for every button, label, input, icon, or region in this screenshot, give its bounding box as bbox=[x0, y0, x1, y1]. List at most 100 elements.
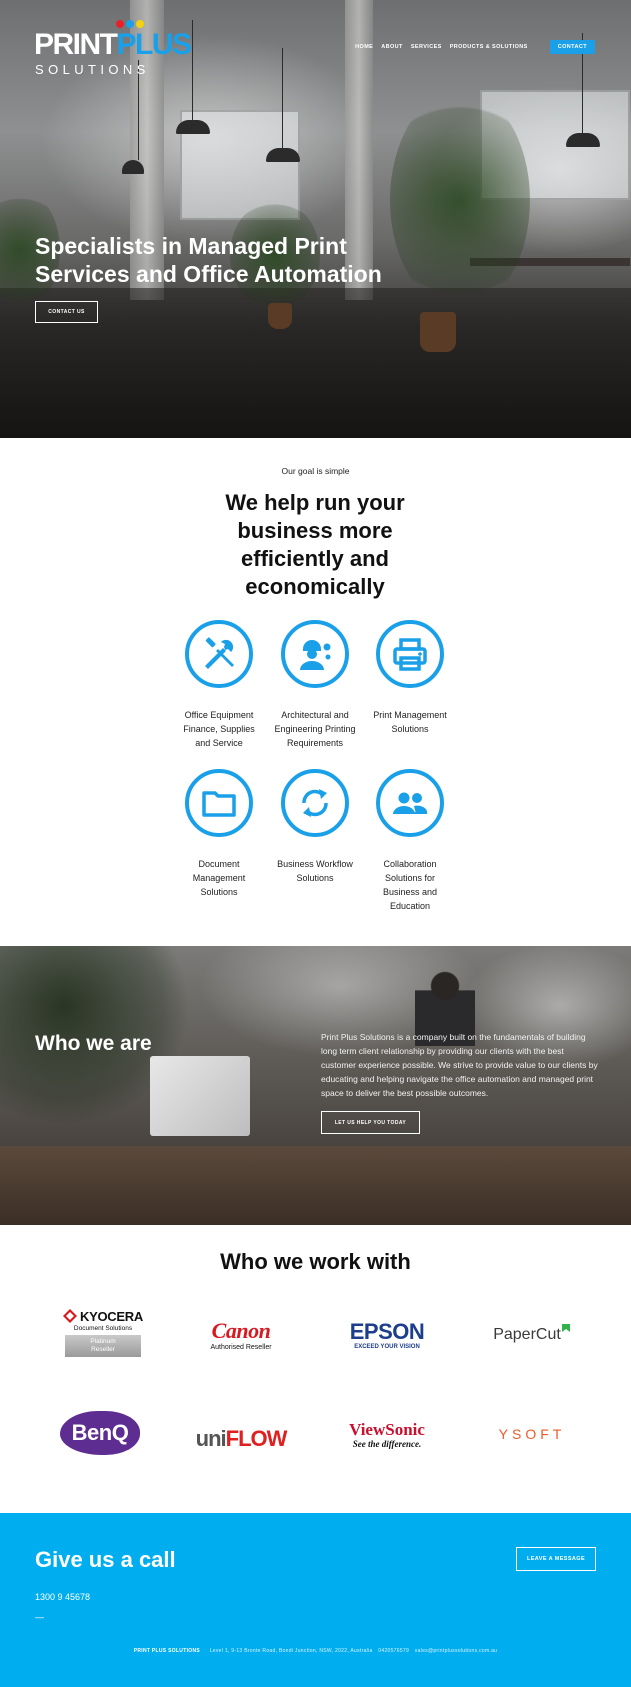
canon-sub: Authorised Reseller bbox=[210, 1343, 272, 1351]
logo-subtitle: SOLUTIONS bbox=[35, 62, 150, 77]
footer-company: PRINT PLUS SOLUTIONS bbox=[133, 1648, 200, 1654]
logo-accent: PLUS bbox=[116, 28, 193, 61]
viewsonic-sub: See the difference. bbox=[352, 1439, 422, 1449]
goal-headline-line: We help run your bbox=[225, 490, 405, 515]
uniflow-uni: uni bbox=[195, 1426, 227, 1451]
background-lamp bbox=[176, 20, 210, 134]
nav-item-services[interactable]: SERVICES bbox=[411, 44, 442, 50]
background-desk bbox=[0, 1146, 631, 1225]
folder-icon bbox=[185, 769, 253, 837]
service-label-line: Solutions bbox=[296, 873, 334, 883]
leave-message-button[interactable]: LEAVE A MESSAGE bbox=[516, 1547, 596, 1571]
canon-logo: Canon Authorised Reseller bbox=[196, 1318, 286, 1352]
partners-title: Who we work with bbox=[220, 1249, 411, 1274]
hero-title: Specialists in Managed Print Services an… bbox=[35, 233, 382, 287]
uniflow-flow: FLOW bbox=[225, 1426, 288, 1451]
viewsonic-name: ViewSonic bbox=[349, 1420, 425, 1439]
background-lamp bbox=[266, 48, 300, 162]
logo-primary: PRINT bbox=[34, 28, 118, 61]
benq-badge: BenQ bbox=[60, 1411, 140, 1455]
kyocera-badge-line: Reseller bbox=[91, 1345, 115, 1353]
nav-item-about[interactable]: ABOUT bbox=[381, 44, 403, 50]
logo-dots bbox=[116, 20, 144, 28]
service-item[interactable]: Print Management Solutions bbox=[360, 620, 460, 736]
tools-icon bbox=[185, 620, 253, 688]
service-item[interactable]: Document Management Solutions bbox=[169, 769, 269, 899]
kyocera-sub: Document Solutions bbox=[73, 1324, 133, 1332]
benq-name: BenQ bbox=[71, 1420, 129, 1445]
footer-mobile[interactable]: 0420576579 bbox=[378, 1648, 409, 1654]
ysoft-name: YSOFT bbox=[498, 1426, 566, 1442]
service-label-line: Education bbox=[389, 901, 431, 911]
kyocera-badge-line: Platinum bbox=[90, 1337, 116, 1345]
service-item[interactable]: Business Workflow Solutions bbox=[265, 769, 365, 885]
epson-logo: EPSON EXCEED YOUR VISION bbox=[340, 1318, 434, 1352]
brand-logo[interactable]: PRINTPLUS SOLUTIONS bbox=[34, 20, 192, 80]
papercut-name: PaperCut bbox=[493, 1326, 561, 1343]
phone-number[interactable]: 1300 9 45678 bbox=[35, 1592, 90, 1602]
service-label-line: Architectural and bbox=[281, 710, 349, 720]
background-lamp bbox=[566, 33, 600, 147]
call-divider: — bbox=[35, 1612, 44, 1622]
group-icon bbox=[376, 769, 444, 837]
service-label-line: Document bbox=[198, 859, 240, 869]
nav-item-home[interactable]: HOME bbox=[355, 44, 373, 50]
service-label-line: Business Workflow bbox=[277, 859, 353, 869]
service-label-line: Solutions bbox=[391, 724, 429, 734]
goal-headline-line: business more bbox=[237, 518, 393, 543]
call-section bbox=[0, 1513, 631, 1687]
who-we-are-text: Print Plus Solutions is a company built … bbox=[321, 1032, 598, 1098]
logo-wordmark: PRINTPLUS bbox=[34, 28, 193, 61]
epson-name: EPSON bbox=[349, 1318, 425, 1344]
goal-headline-line: economically bbox=[245, 574, 385, 599]
logo-dot bbox=[116, 20, 124, 28]
kyocera-mark-icon bbox=[63, 1309, 78, 1323]
uniflow-logo: uni FLOW bbox=[195, 1418, 288, 1452]
kyocera-name: KYOCERA bbox=[80, 1308, 143, 1324]
benq-logo: BenQ bbox=[58, 1410, 142, 1456]
service-label-line: Finance, Supplies bbox=[183, 724, 255, 734]
service-label-line: Management bbox=[192, 873, 246, 883]
service-label-line: Solutions bbox=[200, 887, 238, 897]
main-nav: HOME ABOUT SERVICES PRODUCTS & SOLUTIONS… bbox=[355, 40, 595, 54]
engineer-icon bbox=[281, 620, 349, 688]
help-you-today-button[interactable]: LET US HELP YOU TODAY bbox=[321, 1111, 420, 1134]
goal-headline-line: efficiently and bbox=[241, 546, 389, 571]
papercut-logo: PaperCut bbox=[484, 1320, 580, 1350]
canon-name: Canon bbox=[211, 1317, 271, 1343]
contact-us-button[interactable]: CONTACT US bbox=[35, 301, 98, 323]
sync-icon bbox=[281, 769, 349, 837]
service-label-line: Solutions for bbox=[384, 873, 436, 883]
nav-item-products[interactable]: PRODUCTS & SOLUTIONS bbox=[450, 44, 528, 50]
service-label-line: Requirements bbox=[286, 738, 344, 748]
nav-contact-button[interactable]: CONTACT bbox=[549, 40, 595, 54]
kyocera-logo: KYOCERA Document Solutions Platinum Rese… bbox=[58, 1305, 148, 1360]
hero-section: PRINTPLUS SOLUTIONS HOME ABOUT SERVICES … bbox=[0, 0, 631, 438]
service-label-line: Engineering Printing bbox=[274, 724, 356, 734]
background-pot bbox=[420, 312, 456, 352]
footer-email[interactable]: sales@printplussolutions.com.au bbox=[415, 1648, 497, 1654]
epson-sub: EXCEED YOUR VISION bbox=[354, 1343, 420, 1350]
goal-kicker: Our goal is simple bbox=[281, 466, 350, 476]
background-monitor bbox=[150, 1056, 250, 1136]
footer-info: PRINT PLUS SOLUTIONS Level 1, 9-13 Bront… bbox=[0, 1648, 631, 1654]
logo-dot bbox=[126, 20, 134, 28]
service-label-line: Business and bbox=[382, 887, 438, 897]
printer-icon bbox=[376, 620, 444, 688]
kyocera-badge: Platinum Reseller bbox=[65, 1334, 141, 1357]
papercut-mark-icon bbox=[561, 1324, 570, 1332]
service-item[interactable]: Office Equipment Finance, Supplies and Ser… bbox=[169, 620, 269, 750]
logo-dot bbox=[136, 20, 144, 28]
service-item[interactable]: Architectural and Engineering Printing Req… bbox=[265, 620, 365, 750]
viewsonic-logo: ViewSonic See the difference. bbox=[340, 1418, 434, 1452]
footer-address: Level 1, 9-13 Bronte Road, Bondi Junctio… bbox=[209, 1648, 373, 1654]
background-pot bbox=[268, 303, 292, 329]
call-title: Give us a call bbox=[35, 1547, 176, 1572]
service-label-line: Print Management bbox=[373, 710, 447, 720]
ysoft-logo: YSOFT bbox=[484, 1424, 580, 1444]
service-label-line: Office Equipment bbox=[184, 710, 254, 720]
service-item[interactable]: Collaboration Solutions for Business and Ed… bbox=[360, 769, 460, 913]
who-we-are-title: Who we are bbox=[35, 1032, 152, 1055]
service-label-line: and Service bbox=[195, 738, 243, 748]
service-label-line: Collaboration bbox=[383, 859, 437, 869]
